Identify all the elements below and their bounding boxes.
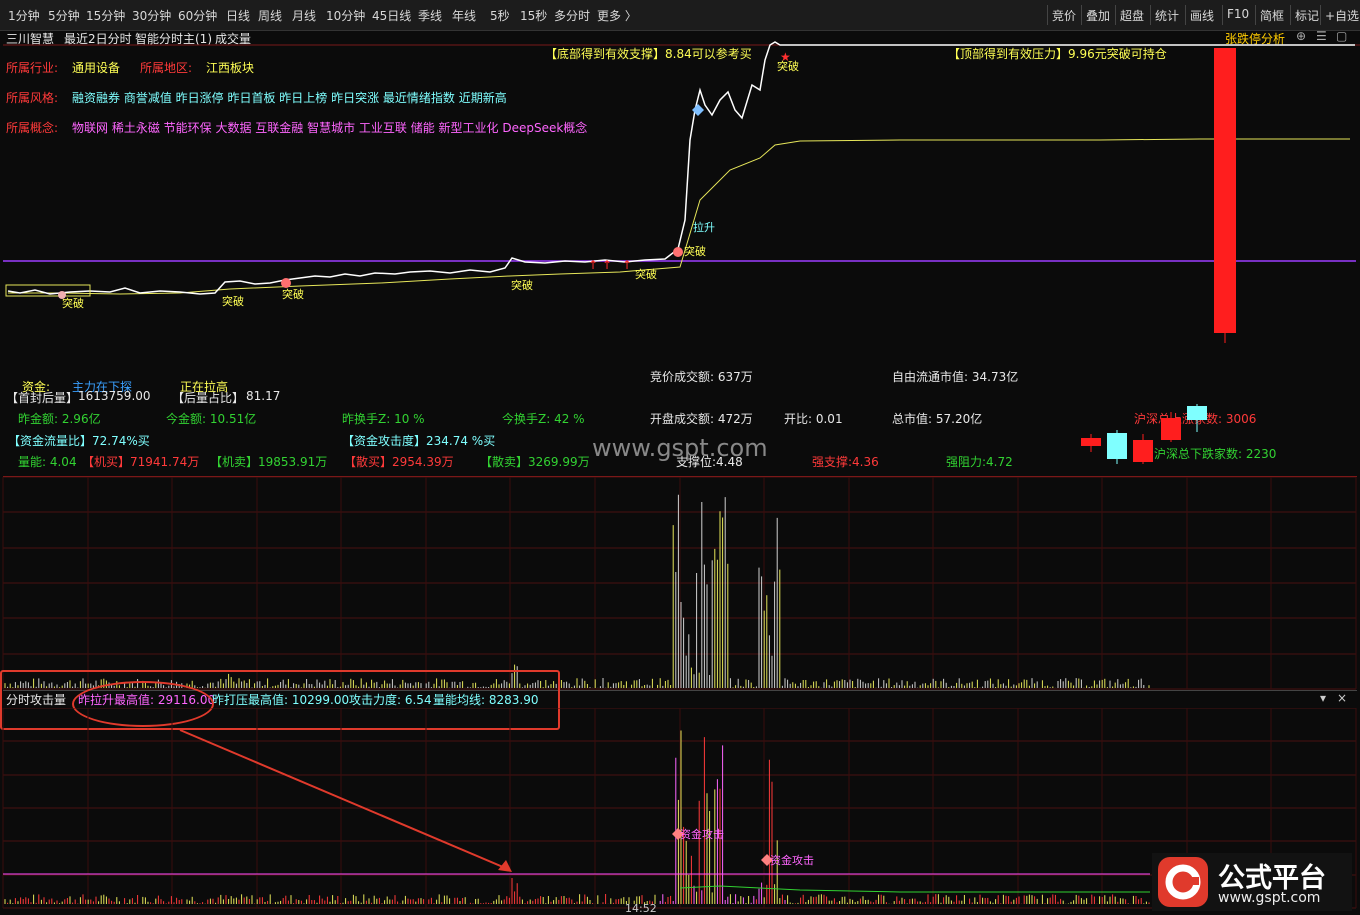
- volume-chart[interactable]: [0, 477, 1360, 692]
- avg-price-line: [8, 138, 1350, 295]
- timeframe-tab[interactable]: 45日线: [372, 7, 411, 24]
- first-seal-label: 【首封后量】: [6, 391, 79, 405]
- institution-buy: 【机买】71941.74万: [82, 455, 200, 469]
- time-label: 14:52: [625, 902, 657, 913]
- breakout-label: 突破: [511, 278, 533, 292]
- timeframe-tab[interactable]: 15分钟: [86, 7, 125, 24]
- breakout-label: 突破: [777, 59, 799, 73]
- first-seal-value: 1613759.00: [78, 389, 151, 403]
- breakout-label: 突破: [222, 294, 244, 308]
- toolbar-button[interactable]: 叠加: [1086, 7, 1110, 24]
- today-amount: 今金额: 10.51亿: [166, 412, 257, 426]
- breakout-label: 突破: [62, 296, 84, 310]
- toolbar-button[interactable]: 竞价: [1052, 7, 1076, 24]
- pressure-annotation: 【顶部得到有效压力】9.96元突破可持仓: [948, 46, 1167, 61]
- breakout-marker-icon: [281, 278, 291, 288]
- after-ratio-value: 81.17: [246, 389, 281, 403]
- timeframe-tab[interactable]: 更多 〉: [597, 7, 637, 24]
- up-arrow-icon: ↑: [588, 258, 598, 272]
- toolbar-button[interactable]: +自选: [1325, 7, 1359, 24]
- toolbar-button[interactable]: 画线: [1190, 7, 1214, 24]
- retail-sell: 【散卖】3269.99万: [480, 455, 590, 469]
- support-level: 支撑位:4.48: [676, 455, 743, 469]
- after-ratio-label: 【后量占比】: [172, 391, 245, 405]
- timeframe-tab[interactable]: 年线: [452, 7, 476, 24]
- panel-close-icon[interactable]: ×: [1337, 691, 1347, 705]
- attack-tag: 资金攻击: [770, 853, 814, 867]
- attack-tag: 资金攻击: [680, 827, 724, 841]
- timeframe-tab[interactable]: 日线: [226, 7, 250, 24]
- timeframe-tab[interactable]: 1分钟: [8, 7, 40, 24]
- toolbar-button[interactable]: F10: [1227, 7, 1249, 21]
- capital-flow-ratio: 【资金流量比】72.74%买: [8, 434, 150, 448]
- pull-up-label: 拉升: [693, 220, 715, 234]
- total-market-cap: 总市值: 57.20亿: [892, 412, 983, 426]
- toolbar-button[interactable]: 超盘: [1120, 7, 1144, 24]
- timeframe-tab[interactable]: 多分时: [554, 7, 590, 24]
- mini-candles: [1081, 404, 1207, 464]
- strong-resistance: 强阻力:4.72: [946, 455, 1013, 469]
- timeframe-tab[interactable]: 15秒: [520, 7, 547, 24]
- toolbar-button[interactable]: 统计: [1155, 7, 1179, 24]
- breakout-marker-icon: [673, 247, 683, 257]
- price-line: [7, 41, 1355, 295]
- timeframe-tab[interactable]: 月线: [292, 7, 316, 24]
- institution-sell: 【机卖】19853.91万: [210, 455, 328, 469]
- yesterday-turnover: 昨换手Z: 10 %: [342, 412, 425, 426]
- logo-icon: [1158, 857, 1208, 907]
- open-ratio: 开比: 0.01: [784, 412, 843, 426]
- capital-attack-degree: 【资金攻击度】234.74 %买: [342, 434, 496, 448]
- breakout-label: 突破: [684, 244, 706, 258]
- today-turnover: 今换手Z: 42 %: [502, 412, 585, 426]
- auction-amount: 竞价成交额: 637万: [650, 370, 753, 384]
- float-market-cap: 自由流通市值: 34.73亿: [892, 370, 1019, 384]
- volume-energy: 量能: 4.04: [18, 455, 77, 469]
- support-annotation: 【底部得到有效支撑】8.84可以参考买: [545, 46, 752, 61]
- logo-url: www.gspt.com: [1218, 890, 1321, 906]
- timeframe-tab[interactable]: 周线: [258, 7, 282, 24]
- avg-volume-line: [679, 885, 1150, 893]
- breakout-label: 突破: [282, 287, 304, 301]
- site-logo: 公式平台 www.gspt.com: [1152, 853, 1352, 911]
- price-chart[interactable]: ↑ ↑ ↑ ★ 突破 突破 突破 突破 突破 突破 突破 拉升 【底部得到有效支…: [0, 30, 1360, 380]
- timeframe-tab[interactable]: 季线: [418, 7, 442, 24]
- pointer-arrow: [179, 729, 511, 871]
- timeframe-tab[interactable]: 60分钟: [178, 7, 217, 24]
- toolbar-button[interactable]: 标记: [1295, 7, 1319, 24]
- toolbar: 1分钟 5分钟 15分钟 30分钟 60分钟 日线 周线 月线 10分钟 45日线 季线 年线 5秒 15…: [0, 0, 1360, 31]
- toolbar-button[interactable]: 简框: [1260, 7, 1284, 24]
- timeframe-tab[interactable]: 30分钟: [132, 7, 171, 24]
- yesterday-amount: 昨金额: 2.96亿: [18, 412, 101, 426]
- up-arrow-icon: ↑: [622, 258, 632, 272]
- timeframe-tab[interactable]: 5分钟: [48, 7, 80, 24]
- daily-candle: [1214, 48, 1236, 333]
- panel-menu-icon[interactable]: ▾: [1320, 691, 1326, 705]
- up-arrow-icon: ↑: [602, 258, 612, 272]
- breakout-label: 突破: [635, 267, 657, 281]
- timeframe-tab[interactable]: 5秒: [490, 7, 510, 24]
- strong-support: 强支撑:4.36: [812, 455, 879, 469]
- open-amount: 开盘成交额: 472万: [650, 412, 753, 426]
- retail-buy: 【散买】2954.39万: [344, 455, 454, 469]
- timeframe-tab[interactable]: 10分钟: [326, 7, 365, 24]
